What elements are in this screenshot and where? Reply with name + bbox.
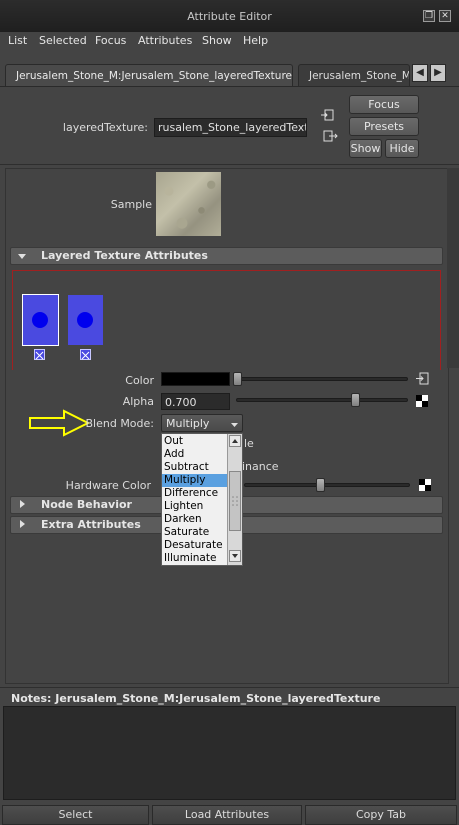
show-button[interactable]: Show bbox=[349, 139, 382, 158]
blend-option-out[interactable]: Out bbox=[162, 435, 227, 448]
menu-focus[interactable]: Focus bbox=[95, 34, 126, 47]
node-name-field[interactable]: rusalem_Stone_layeredTexture bbox=[154, 118, 307, 137]
alpha-slider-track[interactable] bbox=[236, 398, 408, 402]
layer-swatch-2[interactable] bbox=[68, 295, 103, 345]
menu-selected[interactable]: Selected bbox=[39, 34, 87, 47]
tab-divider bbox=[0, 86, 459, 87]
alpha-is-luminance-label-partial: inance bbox=[242, 460, 279, 473]
layer-delete-icon-1[interactable] bbox=[34, 349, 45, 360]
scrollbar-track[interactable] bbox=[447, 168, 459, 368]
hardware-color-map-icon[interactable] bbox=[419, 479, 431, 491]
close-icon[interactable]: ✕ bbox=[439, 10, 451, 22]
hardware-color-label: Hardware Color bbox=[65, 479, 151, 492]
blend-option-saturate[interactable]: Saturate bbox=[162, 526, 227, 539]
restore-icon[interactable]: ❐ bbox=[423, 10, 435, 22]
blend-list-scrollbar[interactable] bbox=[227, 434, 242, 565]
notes-label: Notes: Jerusalem_Stone_M:Jerusalem_Stone… bbox=[11, 692, 381, 705]
color-slider-handle[interactable] bbox=[233, 372, 242, 386]
presets-button[interactable]: Presets bbox=[349, 117, 419, 136]
layer-swatch-1[interactable] bbox=[22, 294, 59, 346]
menu-bar: List Selected Focus Attributes Show Help bbox=[0, 32, 459, 50]
blend-option-illuminate[interactable]: Illuminate bbox=[162, 552, 227, 565]
blend-option-desaturate[interactable]: Desaturate bbox=[162, 539, 227, 552]
menu-help[interactable]: Help bbox=[243, 34, 268, 47]
blend-option-darken[interactable]: Darken bbox=[162, 513, 227, 526]
menu-show[interactable]: Show bbox=[202, 34, 232, 47]
alpha-map-icon[interactable] bbox=[416, 395, 428, 407]
visible-checkbox-label-partial: le bbox=[244, 437, 254, 450]
load-attributes-button[interactable]: Load Attributes bbox=[152, 805, 302, 825]
blend-option-multiply[interactable]: Multiply bbox=[162, 474, 227, 487]
expand-arrow-icon[interactable] bbox=[19, 519, 27, 529]
section-layered-texture-label: Layered Texture Attributes bbox=[41, 249, 208, 262]
expand-arrow-icon[interactable] bbox=[19, 499, 27, 509]
window-title: Attribute Editor bbox=[187, 10, 272, 23]
section-layered-texture[interactable]: Layered Texture Attributes bbox=[10, 247, 443, 265]
color-swatch[interactable] bbox=[161, 372, 230, 386]
title-bar: Attribute Editor ❐ ✕ bbox=[0, 0, 459, 32]
header-separator bbox=[0, 164, 459, 165]
layer-dot-1 bbox=[32, 312, 48, 328]
layer-dot-2 bbox=[77, 312, 93, 328]
blend-mode-list[interactable]: Out Add Subtract Multiply Difference Lig… bbox=[161, 433, 243, 566]
blend-option-subtract[interactable]: Subtract bbox=[162, 461, 227, 474]
blend-option-lighten[interactable]: Lighten bbox=[162, 500, 227, 513]
blend-option-difference[interactable]: Difference bbox=[162, 487, 227, 500]
scroll-down-icon[interactable] bbox=[229, 550, 241, 562]
select-button[interactable]: Select bbox=[2, 805, 149, 825]
blend-mode-dropdown[interactable]: Multiply bbox=[161, 414, 243, 432]
tab-scroll-right-icon[interactable]: ▶ bbox=[430, 64, 446, 82]
section-extra-attributes-label: Extra Attributes bbox=[41, 518, 141, 531]
hardware-color-slider-handle[interactable] bbox=[316, 478, 325, 492]
scroll-thumb[interactable] bbox=[229, 471, 241, 531]
sample-swatch bbox=[156, 172, 221, 236]
alpha-label: Alpha bbox=[122, 395, 154, 408]
menu-list[interactable]: List bbox=[8, 34, 27, 47]
alpha-field[interactable]: 0.700 bbox=[161, 393, 230, 410]
sample-label: Sample bbox=[110, 198, 152, 211]
section-node-behavior-label: Node Behavior bbox=[41, 498, 132, 511]
scroll-up-icon[interactable] bbox=[229, 435, 241, 447]
hide-button[interactable]: Hide bbox=[385, 139, 419, 158]
tab-material[interactable]: Jerusalem_Stone_M:Jerusalem_Stone_M bbox=[298, 64, 410, 86]
color-slider-track[interactable] bbox=[236, 377, 408, 381]
tab-layered-texture[interactable]: Jerusalem_Stone_M:Jerusalem_Stone_layere… bbox=[5, 64, 293, 86]
layer-delete-icon-2[interactable] bbox=[80, 349, 91, 360]
tab-scroll-left-icon[interactable]: ◀ bbox=[412, 64, 428, 82]
dropdown-arrow-icon bbox=[230, 419, 239, 432]
blend-mode-value: Multiply bbox=[166, 417, 210, 430]
node-tabs: Jerusalem_Stone_M:Jerusalem_Stone_layere… bbox=[0, 60, 459, 86]
alpha-slider-handle[interactable] bbox=[351, 393, 361, 407]
menu-attributes[interactable]: Attributes bbox=[138, 34, 192, 47]
notes-separator bbox=[0, 687, 459, 688]
blend-mode-label: Blend Mode: bbox=[85, 417, 155, 430]
copy-tab-button[interactable]: Copy Tab bbox=[305, 805, 457, 825]
color-map-icon[interactable] bbox=[415, 372, 429, 385]
output-connection-icon[interactable] bbox=[323, 130, 338, 142]
node-type-label: layeredTexture: bbox=[62, 121, 148, 134]
hardware-color-slider-track[interactable] bbox=[244, 483, 410, 487]
input-connection-icon[interactable] bbox=[320, 109, 334, 121]
collapse-arrow-icon[interactable] bbox=[17, 251, 27, 259]
notes-textarea[interactable] bbox=[3, 706, 456, 800]
blend-option-add[interactable]: Add bbox=[162, 448, 227, 461]
focus-button[interactable]: Focus bbox=[349, 95, 419, 114]
color-label: Color bbox=[125, 374, 154, 387]
blend-mode-options: Out Add Subtract Multiply Difference Lig… bbox=[162, 435, 227, 565]
